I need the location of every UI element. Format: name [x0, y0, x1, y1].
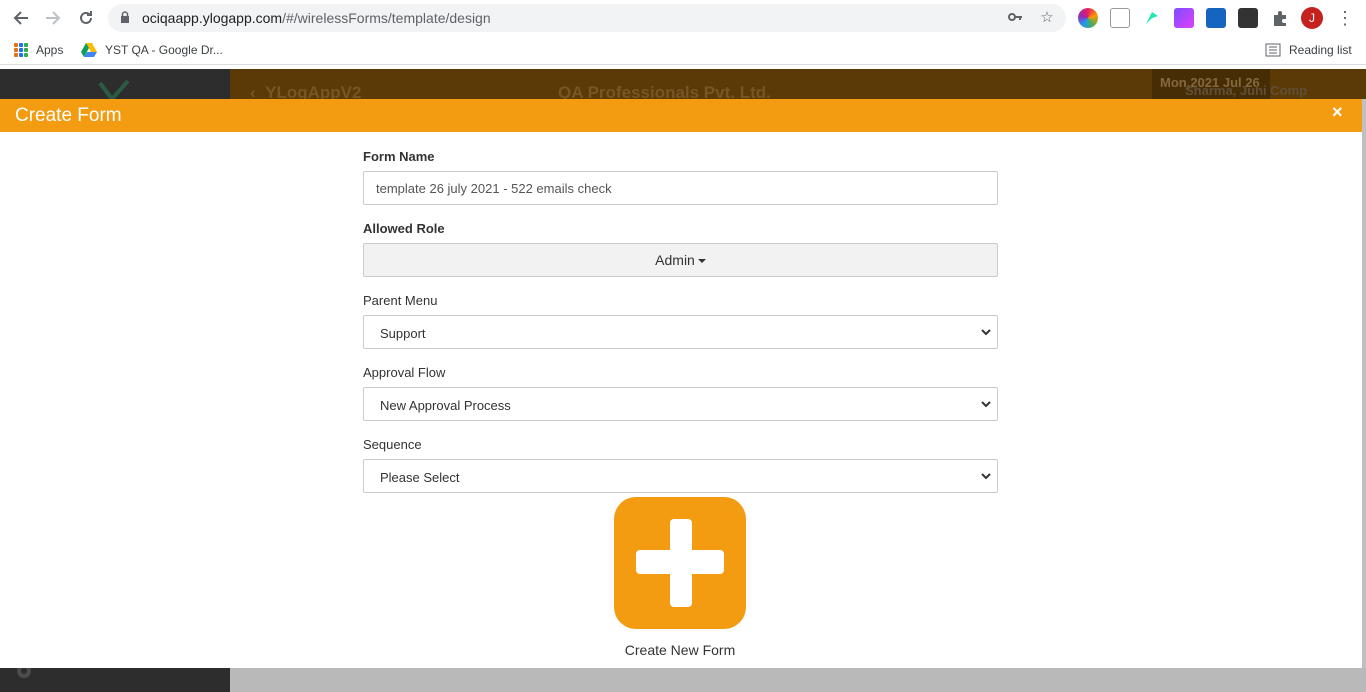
allowed-role-label: Allowed Role — [363, 221, 445, 236]
lock-icon — [121, 11, 129, 23]
create-new-form-button[interactable] — [614, 497, 746, 629]
browser-toolbar: ociqaapp.ylogapp.com/#/wirelessForms/tem… — [0, 0, 1366, 36]
key-icon[interactable] — [1006, 9, 1024, 27]
chevron-down-icon — [981, 329, 991, 336]
sequence-select[interactable]: Please Select — [363, 459, 998, 493]
close-icon[interactable]: × — [1332, 102, 1343, 123]
bookmark-google-drive[interactable]: YST QA - Google Dr... — [81, 43, 223, 57]
modal-header: Create Form × — [0, 99, 1362, 132]
approval-flow-select[interactable]: New Approval Process — [363, 387, 998, 421]
parent-menu-label: Parent Menu — [363, 293, 438, 308]
profile-avatar[interactable]: J — [1301, 7, 1323, 29]
reading-list-icon — [1265, 43, 1281, 57]
create-form-modal: Create Form × Form Name template 26 july… — [0, 99, 1362, 668]
text-extension-icon[interactable] — [1110, 8, 1130, 28]
modal-title: Create Form — [15, 105, 122, 126]
chevron-down-icon — [981, 473, 991, 480]
puzzle-icon[interactable] — [1270, 8, 1290, 28]
bookmarks-bar: Apps YST QA - Google Dr... Reading list — [0, 36, 1366, 65]
back-icon[interactable] — [9, 6, 33, 30]
form-name-input[interactable]: template 26 july 2021 - 522 emails check — [363, 171, 998, 205]
selenium-extension-icon[interactable] — [1238, 8, 1258, 28]
s-extension-icon[interactable] — [1206, 8, 1226, 28]
reload-icon[interactable] — [74, 6, 98, 30]
sequence-label: Sequence — [363, 437, 422, 452]
reading-list-button[interactable]: Reading list — [1265, 43, 1352, 57]
chevron-down-icon — [981, 401, 991, 408]
bird-extension-icon[interactable] — [1142, 8, 1162, 28]
purple-extension-icon[interactable] — [1174, 8, 1194, 28]
create-new-form-label[interactable]: Create New Form — [580, 642, 780, 658]
parent-menu-select[interactable]: Support — [363, 315, 998, 349]
forward-icon[interactable] — [41, 6, 65, 30]
allowed-role-dropdown[interactable]: Admin — [363, 243, 998, 277]
form-name-label: Form Name — [363, 149, 435, 164]
apps-grid-icon — [14, 43, 28, 57]
address-bar[interactable]: ociqaapp.ylogapp.com/#/wirelessForms/tem… — [108, 4, 1066, 32]
caret-down-icon — [697, 259, 706, 264]
star-icon[interactable]: ☆ — [1038, 9, 1056, 27]
approval-flow-label: Approval Flow — [363, 365, 446, 380]
plus-icon — [636, 519, 724, 607]
color-extension-icon[interactable] — [1078, 8, 1098, 28]
url-text: ociqaapp.ylogapp.com/#/wirelessForms/tem… — [142, 10, 491, 26]
menu-kebab-icon[interactable]: ⋮ — [1336, 7, 1354, 29]
google-drive-icon — [81, 43, 97, 57]
bookmark-apps[interactable]: Apps — [14, 43, 63, 57]
